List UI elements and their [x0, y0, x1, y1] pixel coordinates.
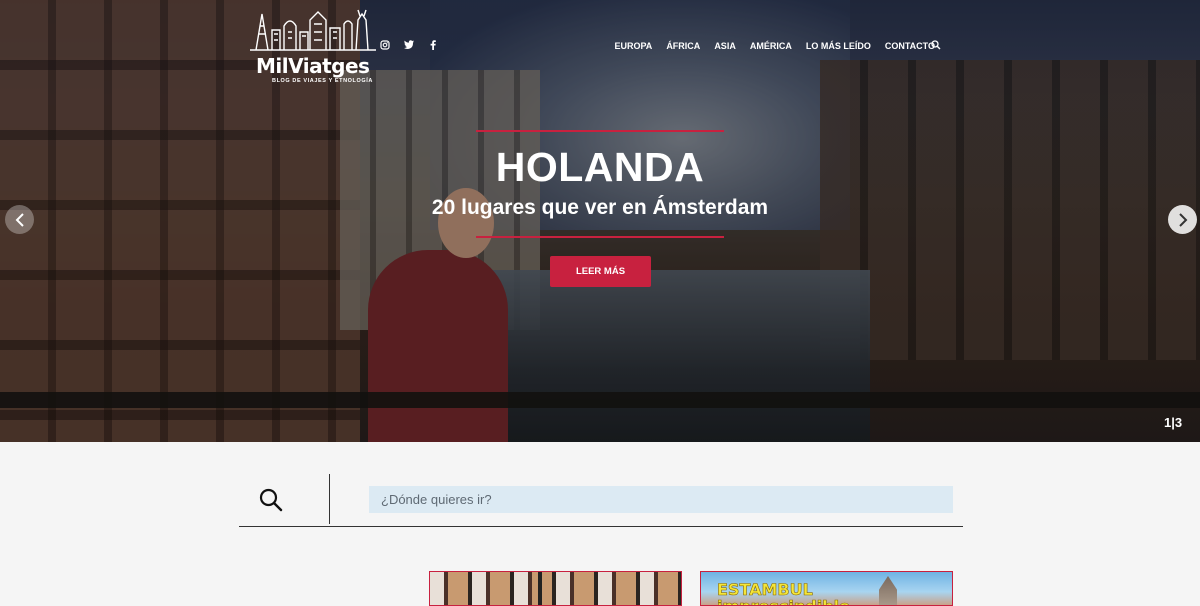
card-2-title-line2: imprescindible	[717, 597, 851, 605]
nav-item-lo-mas-leido[interactable]: LO MÁS LEÍDO	[799, 41, 878, 51]
read-more-button[interactable]: LEER MÁS	[550, 256, 651, 287]
social-links	[380, 40, 438, 52]
main-nav: EUROPA ÁFRICA ASIA AMÉRICA LO MÁS LEÍDO …	[607, 41, 942, 51]
nav-item-europa[interactable]: EUROPA	[607, 41, 659, 51]
logo-wordmark: MilViatges	[256, 54, 370, 78]
facebook-icon[interactable]	[428, 40, 438, 52]
logo-tagline: BLOG DE VIAJES Y ETNOLOGÍA	[272, 78, 373, 84]
slide-counter: 1|3	[1164, 415, 1183, 430]
post-card-1[interactable]	[429, 571, 682, 606]
search-icon[interactable]	[931, 40, 941, 50]
logo-skyline-icon	[250, 9, 376, 51]
hero-rule-bottom	[476, 236, 724, 238]
slider-prev-button[interactable]	[5, 205, 34, 234]
post-card-2[interactable]: ESTAMBUL imprescindible	[700, 571, 953, 606]
hero-overlay	[0, 0, 1200, 442]
instagram-icon[interactable]	[380, 40, 390, 52]
destination-search-input[interactable]	[369, 486, 953, 513]
hero-title: HOLANDA	[495, 144, 705, 190]
nav-item-africa[interactable]: ÁFRICA	[659, 41, 707, 51]
twitter-icon[interactable]	[404, 40, 414, 52]
hero-rule-top	[476, 130, 724, 132]
nav-item-asia[interactable]: ASIA	[707, 41, 743, 51]
chevron-left-icon	[15, 212, 24, 227]
site-logo[interactable]: MilViatges BLOG DE VIAJES Y ETNOLOGÍA	[248, 6, 378, 84]
hero-slider: MilViatges BLOG DE VIAJES Y ETNOLOGÍA EU…	[0, 0, 1200, 442]
search-divider	[329, 474, 330, 524]
hero-subtitle: 20 lugares que ver en Ámsterdam	[431, 196, 769, 219]
slider-next-button[interactable]	[1168, 205, 1197, 234]
chevron-right-icon	[1178, 212, 1187, 227]
nav-item-america[interactable]: AMÉRICA	[743, 41, 799, 51]
galata-tower-image	[879, 576, 897, 605]
destination-search	[239, 474, 963, 527]
search-magnifier-icon	[259, 488, 283, 512]
